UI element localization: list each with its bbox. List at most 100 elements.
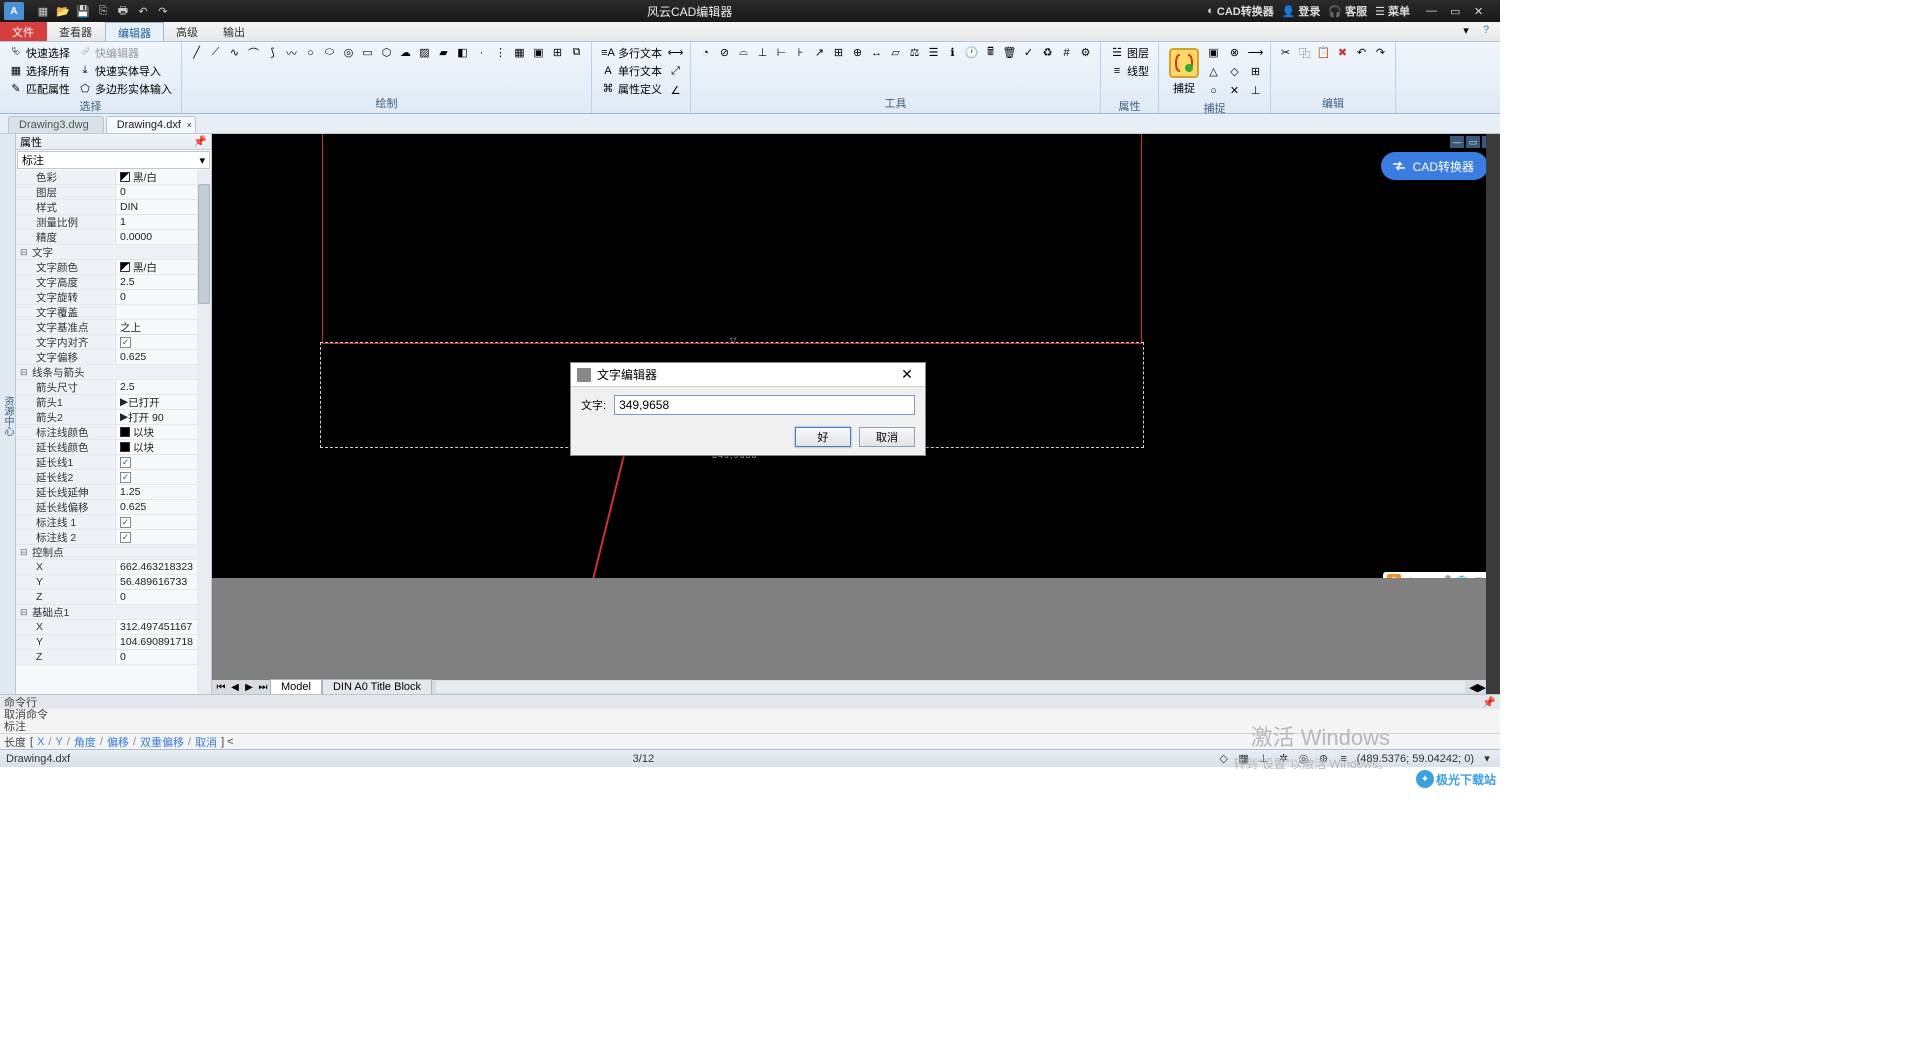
doctab-1[interactable]: Drawing3.dwg — [8, 116, 104, 133]
undo-icon[interactable]: ↶ — [134, 3, 152, 19]
status-lwt-icon[interactable]: ≡ — [1337, 752, 1351, 766]
stext-button[interactable]: A单行文本 — [598, 62, 665, 79]
cmd-opt-angle[interactable]: 角度 — [74, 734, 96, 750]
ribbon-collapse-icon[interactable]: ▾ — [1458, 22, 1474, 38]
save-icon[interactable]: 💾 — [74, 3, 92, 19]
poly-entity-button[interactable]: ⬠多边形实体输入 — [75, 80, 175, 97]
text-value-input[interactable] — [614, 395, 915, 415]
rect-icon[interactable]: ▭ — [359, 44, 376, 61]
erase-icon[interactable]: ✖ — [1334, 44, 1351, 61]
paste-icon[interactable]: 📋 — [1315, 44, 1332, 61]
print-icon[interactable]: 🖶 — [114, 3, 132, 19]
redo-icon[interactable]: ↷ — [154, 3, 172, 19]
edit-redo-icon[interactable]: ↷ — [1372, 44, 1389, 61]
area-icon[interactable]: ▱ — [887, 44, 904, 61]
canvas-max-icon[interactable]: ▭ — [1466, 136, 1480, 148]
edit-undo-icon[interactable]: ↶ — [1353, 44, 1370, 61]
ok-button[interactable]: 好 — [795, 427, 851, 447]
tab-first-icon[interactable]: ⏮ — [214, 682, 228, 693]
help-icon[interactable]: ? — [1478, 22, 1494, 38]
divide-icon[interactable]: ⋮ — [492, 44, 509, 61]
category-base[interactable]: 基础点1 — [16, 605, 211, 619]
table-draw-icon[interactable]: ▦ — [511, 44, 528, 61]
snap-cen-icon[interactable]: ○ — [1205, 82, 1222, 99]
leader-icon[interactable]: ↗ — [811, 44, 828, 61]
dim-diameter-icon[interactable]: ⊘ — [716, 44, 733, 61]
options-icon[interactable]: ⚙ — [1077, 44, 1094, 61]
saveall-icon[interactable]: ⎘ — [94, 3, 112, 19]
calc-icon[interactable]: 🖩 — [982, 44, 999, 61]
cmd-opt-cancel[interactable]: 取消 — [195, 734, 217, 750]
service-link[interactable]: 🎧 客服 — [1328, 3, 1367, 19]
tab-advanced[interactable]: 高级 — [164, 22, 211, 41]
dim-baseline-icon[interactable]: ⊦ — [792, 44, 809, 61]
property-type-combo[interactable]: 标注▾ — [17, 151, 210, 169]
hatch-icon[interactable]: ▨ — [416, 44, 433, 61]
snap-big-button[interactable]: 捕捉 — [1165, 44, 1203, 99]
maximize-button[interactable]: ▭ — [1450, 5, 1470, 18]
dim-arc-icon[interactable]: ⌓ — [735, 44, 752, 61]
hscroll-right-icon[interactable]: ▶ — [1478, 681, 1486, 694]
login-link[interactable]: 👤 登录 — [1282, 3, 1321, 19]
linetype-button[interactable]: ≡线型 — [1107, 62, 1152, 79]
category-arrows[interactable]: 线条与箭头 — [16, 365, 211, 379]
open-icon[interactable]: 📂 — [54, 3, 72, 19]
ring-icon[interactable]: ◎ — [340, 44, 357, 61]
block-icon[interactable]: ▣ — [530, 44, 547, 61]
snap-ext-icon[interactable]: ⟶ — [1247, 44, 1264, 61]
attrdef-button[interactable]: ⌘属性定义 — [598, 80, 665, 97]
status-otrack-icon[interactable]: ⊕ — [1317, 752, 1331, 766]
status-grid-icon[interactable]: ▦ — [1237, 752, 1251, 766]
cmd-opt-doffset[interactable]: 双重偏移 — [140, 734, 184, 750]
canvas-min-icon[interactable]: — — [1450, 136, 1464, 148]
category-text[interactable]: 文字 — [16, 245, 211, 259]
status-polar-icon[interactable]: ✲ — [1277, 752, 1291, 766]
purge-icon[interactable]: 🗑 — [1001, 44, 1018, 61]
status-snap-icon[interactable]: ◇ — [1217, 752, 1231, 766]
cmd-pin-icon[interactable]: 📌 — [1482, 696, 1496, 709]
line-icon[interactable]: ╱ — [188, 44, 205, 61]
canvas-vscrollbar[interactable] — [1486, 134, 1500, 694]
cut-icon[interactable]: ✂ — [1277, 44, 1294, 61]
centermark-icon[interactable]: ⊕ — [849, 44, 866, 61]
entity-import-button[interactable]: ⤓快速实体导入 — [75, 62, 175, 79]
insert-icon[interactable]: ⊞ — [549, 44, 566, 61]
layer-button[interactable]: ☱图层 — [1107, 44, 1152, 61]
quick-select-button[interactable]: ⮱快速选择 — [6, 44, 73, 61]
tab-output[interactable]: 输出 — [211, 22, 258, 41]
massprop-icon[interactable]: ⚖ — [906, 44, 923, 61]
snap-ins-icon[interactable]: ⊞ — [1247, 63, 1264, 80]
tolerance-icon[interactable]: ⊞ — [830, 44, 847, 61]
status-dropdown-icon[interactable]: ▾ — [1480, 752, 1494, 766]
point-icon[interactable]: · — [473, 44, 490, 61]
close-button[interactable]: ✕ — [1474, 5, 1494, 18]
cancel-button[interactable]: 取消 — [859, 427, 915, 447]
cmd-opt-x[interactable]: X — [37, 736, 44, 748]
match-prop-button[interactable]: ✎匹配属性 — [6, 80, 73, 97]
doctab-2[interactable]: Drawing4.dxf× — [106, 116, 196, 133]
model-tab[interactable]: Model — [270, 679, 322, 694]
arc-icon[interactable]: ⌒ — [245, 44, 262, 61]
dialog-close-icon[interactable]: ✕ — [895, 366, 919, 383]
revcloud-icon[interactable]: ☁ — [397, 44, 414, 61]
ellipse-icon[interactable]: ⬭ — [321, 44, 338, 61]
gradient-icon[interactable]: ◧ — [454, 44, 471, 61]
freehand-icon[interactable]: ∿ — [226, 44, 243, 61]
cmd-opt-y[interactable]: Y — [55, 736, 62, 748]
status-osnap-icon[interactable]: ◎ — [1297, 752, 1311, 766]
tab-editor[interactable]: 编辑器 — [105, 22, 164, 41]
dim-aligned-icon[interactable]: ⤢ — [667, 63, 684, 80]
xref-icon[interactable]: ⧉ — [568, 44, 585, 61]
dim-radius-icon[interactable]: ◔ — [697, 44, 714, 61]
recover-icon[interactable]: ♻ — [1039, 44, 1056, 61]
minimize-button[interactable]: — — [1426, 5, 1446, 18]
close-icon[interactable]: × — [187, 120, 192, 130]
property-scrollbar[interactable] — [197, 170, 211, 694]
status-ortho-icon[interactable]: ⊥ — [1257, 752, 1271, 766]
quick-editor-button[interactable]: ⮰快编辑器 — [75, 44, 175, 61]
snap-int-icon[interactable]: ✕ — [1226, 82, 1243, 99]
dim-continue-icon[interactable]: ⊢ — [773, 44, 790, 61]
select-all-button[interactable]: ▦选择所有 — [6, 62, 73, 79]
mtext-button[interactable]: ≡A多行文本 — [598, 44, 665, 61]
copy-icon[interactable]: ⿻ — [1296, 44, 1313, 61]
